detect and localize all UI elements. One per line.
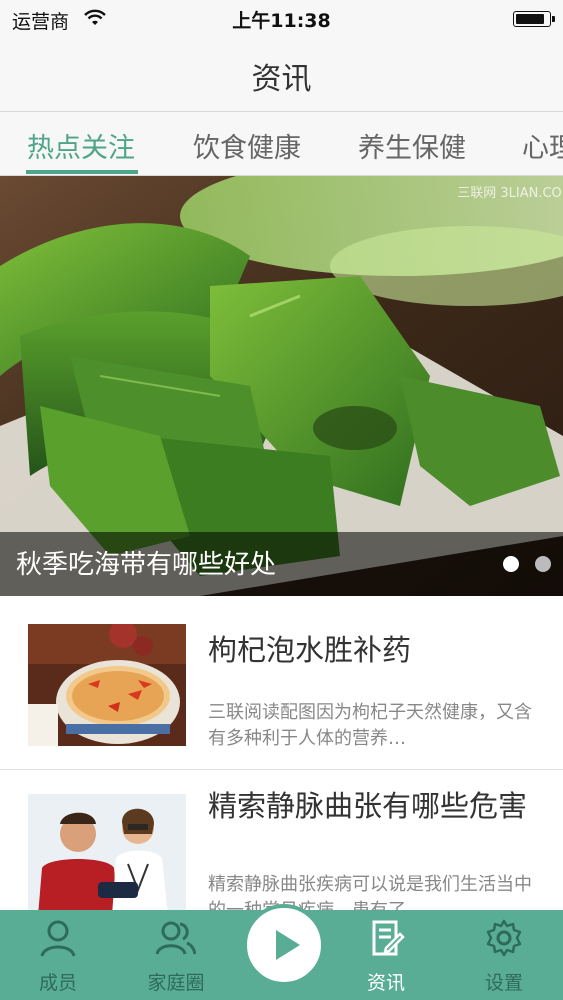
gear-icon [486, 919, 522, 957]
article-thumbnail [28, 794, 186, 916]
article-thumbnail [28, 624, 186, 746]
carousel-dot[interactable] [535, 556, 551, 572]
tab-psychology[interactable]: 心理 [522, 126, 563, 165]
battery-icon [513, 11, 555, 27]
tab-members[interactable]: 成员 [2, 910, 114, 1000]
tab-hot-topics[interactable]: 热点关注 [27, 126, 135, 165]
image-watermark: 三联网 3LIAN.COM [457, 186, 563, 201]
article-title: 精索静脉曲张有哪些危害 [208, 789, 528, 823]
bottom-tab-bar: 成员 家庭圈 资讯 设置 [0, 904, 563, 1000]
play-icon [276, 930, 300, 960]
article-summary: 三联阅读配图因为枸杞子天然健康，又含有多种利于人体的营养… [208, 702, 532, 749]
person-icon [40, 920, 76, 957]
tab-label: 成员 [38, 972, 77, 994]
group-icon [156, 921, 196, 955]
carousel-dot-active[interactable] [503, 556, 519, 572]
tab-label: 设置 [484, 972, 523, 994]
active-tab-indicator [26, 170, 138, 174]
navigation-bar: 资讯 [0, 40, 563, 112]
status-bar: 运营商 上午11:38 [0, 0, 563, 40]
page-title: 资讯 [251, 62, 312, 97]
play-button[interactable] [243, 904, 325, 986]
tab-label: 资讯 [366, 972, 405, 994]
article-item[interactable]: 枸杞泡水胜补药 三联阅读配图因为枸杞子天然健康，又含有多种利于人体的营养… [0, 596, 563, 770]
banner-carousel[interactable]: 三联网 3LIAN.COM 秋季吃海带有哪些好处 [0, 176, 563, 596]
tab-diet-health[interactable]: 饮食健康 [193, 126, 301, 165]
battery-level [516, 14, 544, 24]
article-title: 枸杞泡水胜补药 [208, 633, 412, 667]
article-item[interactable]: 精索静脉曲张有哪些危害 精索静脉曲张疾病可以说是我们生活当中的一种常见疾病，患有… [0, 770, 563, 920]
tab-label: 家庭圈 [147, 972, 205, 994]
category-tabs: 热点关注 饮食健康 养生保健 心理 [0, 112, 563, 176]
tab-settings[interactable]: 设置 [448, 910, 560, 1000]
tab-family-circle[interactable]: 家庭圈 [120, 910, 232, 1000]
tab-health-care[interactable]: 养生保健 [358, 126, 466, 165]
document-edit-icon [372, 920, 405, 956]
clock: 上午11:38 [232, 10, 331, 32]
tab-news[interactable]: 资讯 [330, 910, 442, 1000]
banner-caption: 秋季吃海带有哪些好处 [16, 550, 277, 580]
